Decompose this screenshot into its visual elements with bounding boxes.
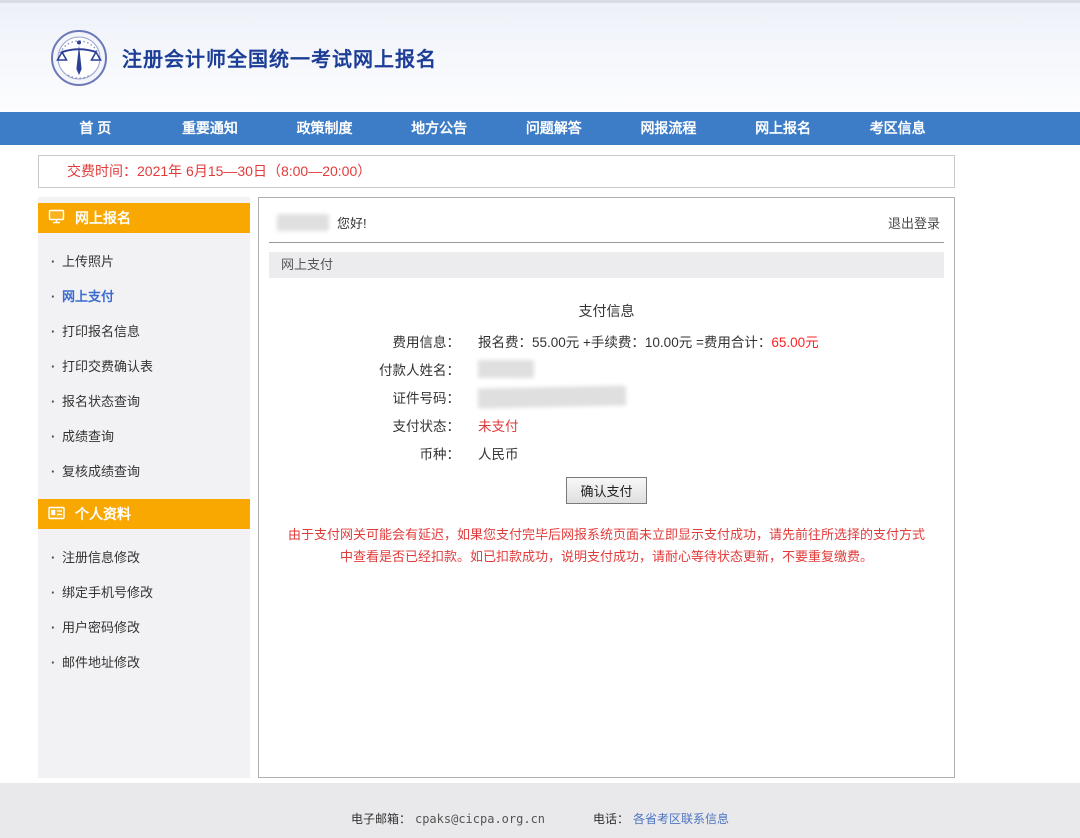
currency-row: 币种： 人民币	[269, 443, 944, 463]
nav-item-faq[interactable]: 问题解答	[497, 112, 612, 145]
main-panel: 您好! 退出登录 网上支付 支付信息 费用信息： 报名费：55.00元 +手续费…	[258, 197, 955, 778]
sidebar-section-title: 网上报名	[75, 208, 131, 228]
sidebar-section-personal-info: 个人资料	[38, 499, 250, 529]
redacted-user-name	[277, 214, 329, 231]
id-number-label: 证件号码：	[269, 387, 460, 407]
sidebar-menu-registration: 上传照片 网上支付 打印报名信息 打印交费确认表 报名状态查询 成绩查询 复核成…	[38, 233, 250, 499]
fee-breakdown: 报名费：55.00元 +手续费：10.00元 =费用合计：	[478, 331, 771, 351]
sidebar-item-score-query[interactable]: 成绩查询	[38, 419, 250, 454]
section-title-bar: 网上支付	[269, 252, 944, 278]
sidebar-item-print-payment-confirmation[interactable]: 打印交费确认表	[38, 349, 250, 384]
idcard-icon	[48, 506, 65, 523]
sidebar-item-print-registration-info[interactable]: 打印报名信息	[38, 314, 250, 349]
footer-email-group: 电子邮箱： cpaks@cicpa.org.cn	[351, 810, 545, 827]
email-label: 电子邮箱：	[351, 812, 411, 826]
id-number-row: 证件号码：	[269, 387, 944, 407]
sidebar: 网上报名 上传照片 网上支付 打印报名信息 打印交费确认表 报名状态查询 成绩查…	[38, 197, 250, 778]
redacted-id-number	[478, 385, 626, 408]
payment-period-notice: 交费时间：2021年 6月15—30日（8:00—20:00）	[38, 155, 955, 188]
logout-link[interactable]: 退出登录	[888, 213, 940, 232]
nav-item-home[interactable]: 首 页	[38, 112, 153, 145]
sidebar-item-edit-registration-info[interactable]: 注册信息修改	[38, 540, 250, 575]
exam-area-contact-link[interactable]: 各省考区联系信息	[633, 812, 729, 826]
nav-item-policies[interactable]: 政策制度	[267, 112, 382, 145]
currency-value: 人民币	[460, 443, 519, 463]
notice-bar-wrap: 交费时间：2021年 6月15—30日（8:00—20:00）	[38, 155, 955, 188]
sidebar-section-title: 个人资料	[75, 504, 131, 524]
nav-item-online-registration[interactable]: 网上报名	[726, 112, 841, 145]
sidebar-item-upload-photo[interactable]: 上传照片	[38, 244, 250, 279]
sidebar-item-score-review-query[interactable]: 复核成绩查询	[38, 454, 250, 489]
footer-phone-group: 电话： 各省考区联系信息	[593, 810, 729, 827]
welcome-divider	[269, 242, 944, 243]
payment-status-row: 支付状态： 未支付	[269, 415, 944, 435]
id-number-value	[460, 387, 626, 407]
monitor-icon	[48, 209, 65, 227]
nav-item-exam-area-info[interactable]: 考区信息	[840, 112, 955, 145]
confirm-payment-button[interactable]: 确认支付	[566, 477, 646, 504]
payment-info-title: 支付信息	[269, 301, 944, 321]
phone-label: 电话：	[593, 812, 629, 826]
payer-name-label: 付款人姓名：	[269, 359, 460, 379]
currency-label: 币种：	[269, 443, 460, 463]
sidebar-menu-personal: 注册信息修改 绑定手机号修改 用户密码修改 邮件地址修改	[38, 529, 250, 690]
sidebar-section-online-registration: 网上报名	[38, 203, 250, 233]
redacted-payer-name	[478, 360, 534, 378]
site-header: 注册会计师全国统一考试网上报名	[0, 3, 1080, 112]
sidebar-item-online-payment[interactable]: 网上支付	[38, 279, 250, 314]
greeting-text: 您好!	[337, 213, 367, 232]
sidebar-item-edit-email[interactable]: 邮件地址修改	[38, 645, 250, 680]
fee-row: 费用信息： 报名费：55.00元 +手续费：10.00元 =费用合计： 65.0…	[269, 331, 944, 351]
fee-total: 65.00元	[771, 331, 818, 351]
nav-item-registration-process[interactable]: 网报流程	[611, 112, 726, 145]
payment-status-value: 未支付	[460, 415, 519, 435]
content-area: 网上报名 上传照片 网上支付 打印报名信息 打印交费确认表 报名状态查询 成绩查…	[38, 197, 955, 778]
payer-name-value	[460, 360, 534, 378]
nav-item-important-notices[interactable]: 重要通知	[153, 112, 268, 145]
nav-item-local-announcements[interactable]: 地方公告	[382, 112, 497, 145]
sidebar-item-edit-bound-phone[interactable]: 绑定手机号修改	[38, 575, 250, 610]
email-address: cpaks@cicpa.org.cn	[415, 812, 545, 826]
sidebar-item-registration-status-query[interactable]: 报名状态查询	[38, 384, 250, 419]
payment-details: 费用信息： 报名费：55.00元 +手续费：10.00元 =费用合计： 65.0…	[269, 331, 944, 463]
cpa-emblem-logo	[50, 29, 108, 87]
site-title: 注册会计师全国统一考试网上报名	[122, 43, 437, 72]
fee-value: 报名费：55.00元 +手续费：10.00元 =费用合计： 65.00元	[460, 331, 819, 351]
welcome-row: 您好! 退出登录	[269, 208, 944, 242]
welcome-message: 您好!	[277, 213, 367, 232]
confirm-button-row: 确认支付	[269, 477, 944, 504]
page-footer: 电子邮箱： cpaks@cicpa.org.cn 电话： 各省考区联系信息	[0, 783, 1080, 838]
main-nav: 首 页 重要通知 政策制度 地方公告 问题解答 网报流程 网上报名 考区信息	[0, 112, 1080, 145]
payer-name-row: 付款人姓名：	[269, 359, 944, 379]
payment-status-label: 支付状态：	[269, 415, 460, 435]
sidebar-item-edit-password[interactable]: 用户密码修改	[38, 610, 250, 645]
payment-delay-warning: 由于支付网关可能会有延迟，如果您支付完毕后网报系统页面未立即显示支付成功，请先前…	[287, 524, 927, 568]
nav-items-container: 首 页 重要通知 政策制度 地方公告 问题解答 网报流程 网上报名 考区信息	[38, 112, 955, 145]
fee-label: 费用信息：	[269, 331, 460, 351]
